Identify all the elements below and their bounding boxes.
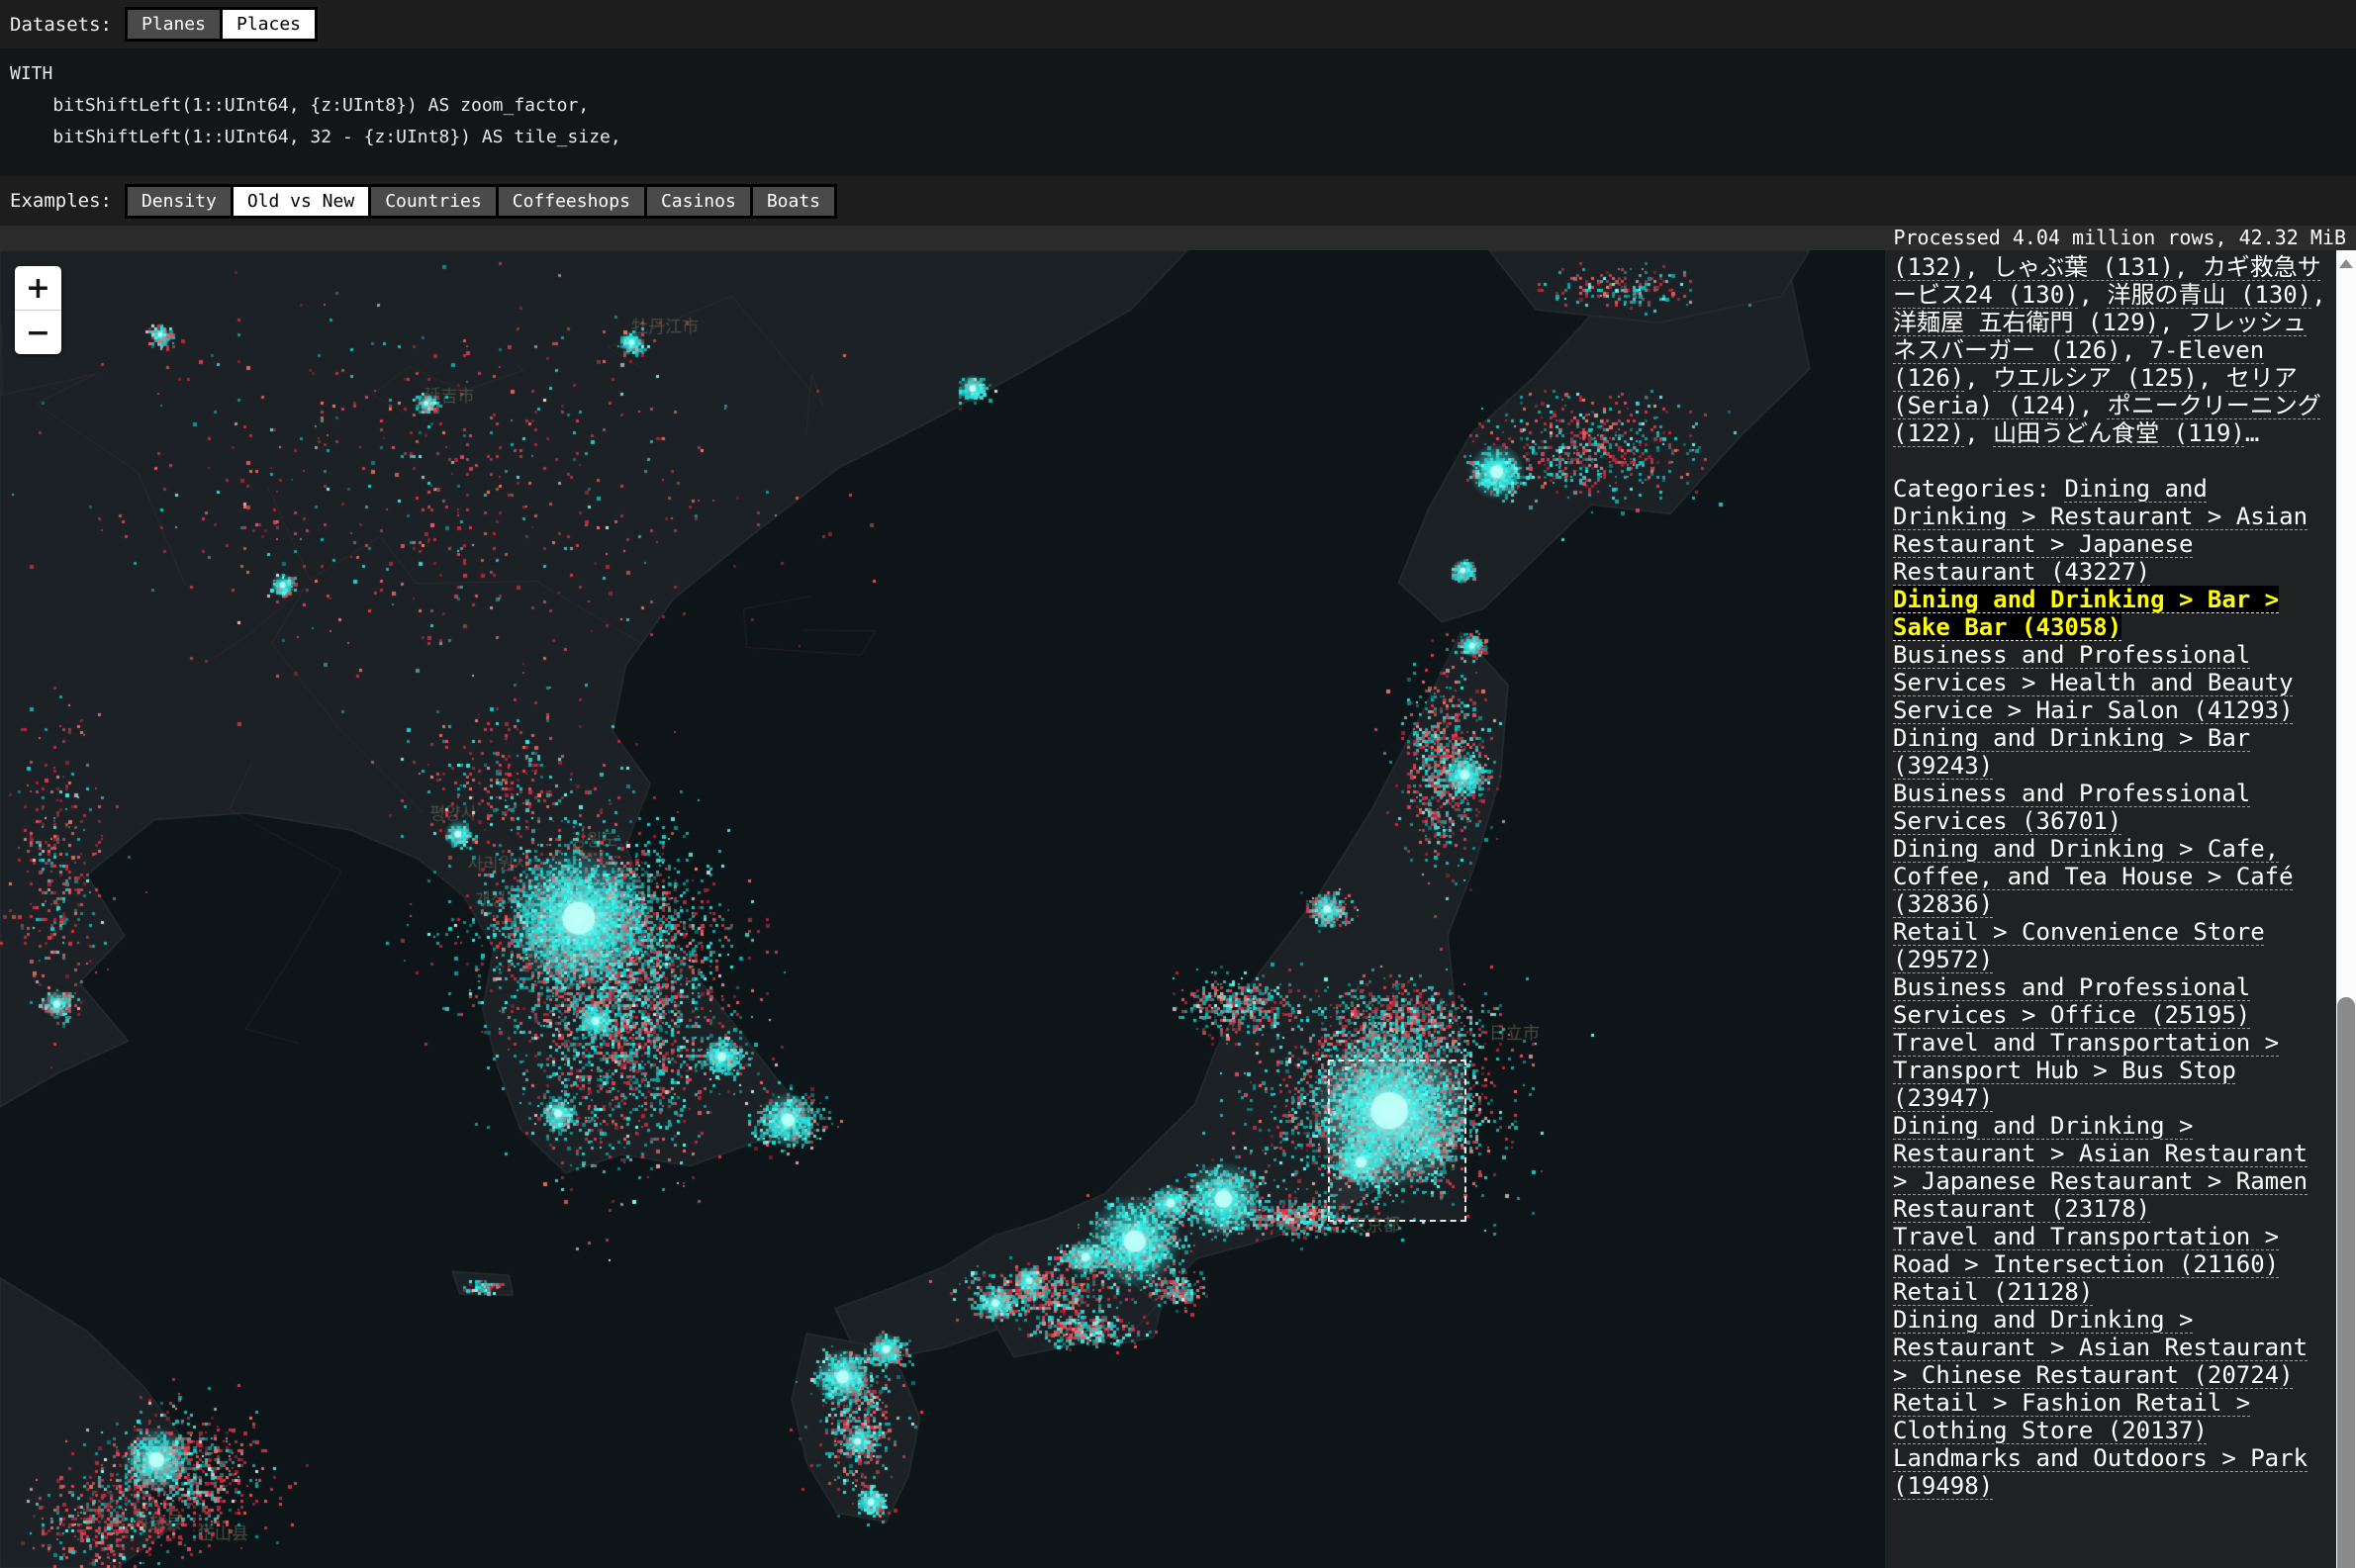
categories-label: Categories: xyxy=(1893,475,2064,503)
brand-link[interactable]: しゃぶ葉 (131) xyxy=(1993,253,2174,281)
examples-button-group: Density Old vs New Countries Coffeeshops… xyxy=(128,184,837,219)
examples-label: Examples: xyxy=(10,190,112,212)
category-link[interactable]: Dining and Drinking > Bar (39243) xyxy=(1893,724,2250,780)
example-button-countries[interactable]: Countries xyxy=(368,184,499,219)
category-link[interactable]: Travel and Transportation > Road > Inter… xyxy=(1893,1223,2279,1278)
category-list: Categories: Dining and Drinking > Restau… xyxy=(1893,475,2328,1500)
brand-link[interactable]: ウエルシア (125) xyxy=(1993,364,2198,392)
category-link[interactable]: Business and Professional Services > Off… xyxy=(1893,973,2250,1029)
results-sidebar: (132), しゃぶ葉 (131), カギ救急サービス24 (130), 洋服の… xyxy=(1885,250,2336,1568)
app-root: { "datasets_bar": { "label": "Datasets:"… xyxy=(0,0,2356,1568)
example-button-coffeeshops[interactable]: Coffeeshops xyxy=(496,184,647,219)
map-canvas[interactable] xyxy=(0,250,1885,1568)
brand-link[interactable]: 山田うどん食堂 (119) xyxy=(1993,419,2245,447)
selection-rectangle xyxy=(1328,1060,1466,1222)
datasets-bar: Datasets: Planes Places xyxy=(0,0,2356,48)
map-container: + − xyxy=(0,250,1885,1568)
category-link[interactable]: Retail (21128) xyxy=(1893,1278,2093,1306)
datasets-label: Datasets: xyxy=(10,14,112,36)
category-link[interactable]: Business and Professional Services > Hea… xyxy=(1893,641,2294,724)
example-button-density[interactable]: Density xyxy=(125,184,234,219)
map-zoom-out-button[interactable]: − xyxy=(15,311,61,354)
brand-link[interactable]: 洋服の青山 (130) xyxy=(2108,281,2312,309)
processed-status: Processed 4.04 million rows, 42.32 MiB xyxy=(0,226,2356,250)
category-link[interactable]: Retail > Fashion Retail > Clothing Store… xyxy=(1893,1389,2250,1444)
examples-bar: Examples: Density Old vs New Countries C… xyxy=(0,176,2356,226)
page-scrollbar[interactable] xyxy=(2336,250,2356,1568)
category-link-selected[interactable]: Dining and Drinking > Bar > Sake Bar (43… xyxy=(1893,586,2279,641)
category-link[interactable]: Travel and Transportation > Transport Hu… xyxy=(1893,1029,2279,1112)
example-button-boats[interactable]: Boats xyxy=(750,184,837,219)
category-link[interactable]: Business and Professional Services (3670… xyxy=(1893,780,2250,835)
dataset-button-places[interactable]: Places xyxy=(220,7,318,42)
category-link[interactable]: Dining and Drinking > Restaurant > Asian… xyxy=(1893,1306,2308,1389)
category-link[interactable]: Landmarks and Outdoors > Park (19498) xyxy=(1893,1444,2308,1500)
category-link[interactable]: Dining and Drinking > Restaurant > Asian… xyxy=(1893,1112,2308,1223)
example-button-old-vs-new[interactable]: Old vs New xyxy=(231,184,371,219)
category-link[interactable]: Dining and Drinking > Cafe, Coffee, and … xyxy=(1893,835,2294,918)
dataset-button-planes[interactable]: Planes xyxy=(125,7,223,42)
category-link[interactable]: Retail > Convenience Store (29572) xyxy=(1893,918,2265,973)
map-zoom-control: + − xyxy=(15,266,61,354)
brand-list: (132), しゃぶ葉 (131), カギ救急サービス24 (130), 洋服の… xyxy=(1893,253,2328,447)
map-zoom-in-button[interactable]: + xyxy=(15,266,61,311)
datasets-button-group: Planes Places xyxy=(128,7,318,42)
brand-link[interactable]: (132) xyxy=(1893,253,1964,281)
example-button-casinos[interactable]: Casinos xyxy=(644,184,753,219)
scrollbar-thumb[interactable] xyxy=(2337,997,2355,1568)
scrollbar-up-arrow[interactable] xyxy=(2339,259,2353,268)
brand-link[interactable]: 洋麺屋 五右衛門 (129) xyxy=(1893,309,2159,336)
sql-editor[interactable]: WITH bitShiftLeft(1::UInt64, {z:UInt8}) … xyxy=(0,48,2356,176)
